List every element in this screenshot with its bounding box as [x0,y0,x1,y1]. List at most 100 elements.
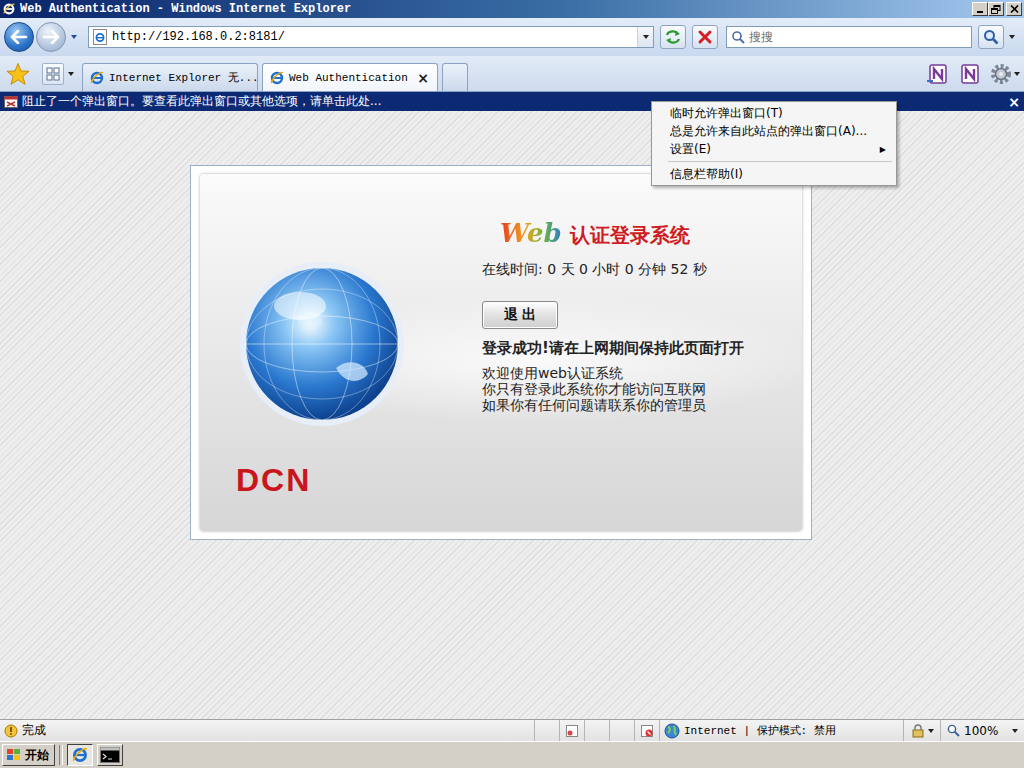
forward-button[interactable] [36,22,66,52]
status-empty-cell [534,720,559,741]
tab-close-button[interactable]: × [415,70,431,86]
minimize-icon [977,11,983,13]
address-field[interactable]: http://192.168.0.2:8181/ [88,26,654,48]
information-bar-close-button[interactable]: × [1008,94,1020,110]
stop-icon [697,29,713,45]
status-bar: 完成 Internet | 保护模式: 禁用 100% [0,719,1024,741]
status-empty-cell [609,720,634,741]
tools-button[interactable] [989,60,1020,88]
tab-label[interactable]: Web Authentication [289,72,411,84]
status-text: 完成 [22,722,46,739]
menu-item-label[interactable]: 设置(E) [670,141,880,157]
taskbar-separator [59,745,63,765]
logout-button[interactable]: 退 出 [482,301,558,329]
favorites-button[interactable] [4,60,32,88]
security-zone[interactable]: Internet | 保护模式: 禁用 [659,720,903,741]
restore-button[interactable] [988,2,1004,16]
menu-item[interactable]: 信息栏帮助(I) [654,165,894,183]
status-cell [559,720,584,741]
search-placeholder[interactable]: 搜搜 [749,29,773,46]
browser-tab[interactable]: Internet Explorer 无... [82,63,258,91]
internet-zone-globe-icon [664,723,680,739]
menu-item[interactable]: 临时允许弹出窗口(T) [654,104,894,122]
windows-logo-icon [6,748,22,762]
search-engine-icon [731,30,745,44]
dcn-logo: DCN [236,465,482,495]
browser-tab[interactable]: Web Authentication × [262,63,438,91]
ie-taskbar-button[interactable] [67,744,93,766]
stop-button[interactable] [692,25,718,49]
information-bar-menu: 临时允许弹出窗口(T)总是允许来自此站点的弹出窗口(A)...设置(E)▶信息栏… [651,101,897,186]
address-url[interactable]: http://192.168.0.2:8181/ [112,30,633,44]
security-report-icon [565,724,579,738]
online-time: 在线时间: 0 天 0 小时 0 分钟 52 秒 [482,261,707,277]
tab-label[interactable]: Internet Explorer 无... [109,70,251,85]
back-button[interactable] [4,22,34,52]
dropdown-arrow-icon [71,35,77,39]
login-info-column: Web认证登录系统在线时间: 0 天 0 小时 0 分钟 52 秒退 出登录成功… [482,174,802,531]
submenu-arrow-icon: ▶ [880,145,886,154]
refresh-button[interactable] [660,25,686,49]
minimize-button[interactable] [972,2,988,16]
search-options-button[interactable] [1006,26,1018,48]
menu-item-label[interactable]: 总是允许来自此站点的弹出窗口(A)... [670,123,886,139]
ie-page-icon [89,70,105,86]
close-button[interactable] [1006,2,1022,16]
system-title: 认证登录系统 [570,222,690,249]
privacy-button[interactable] [903,720,940,741]
tab-list-button[interactable] [64,63,78,85]
login-card: DCNWeb认证登录系统在线时间: 0 天 0 小时 0 分钟 52 秒退 出登… [190,165,812,540]
tab-bar: Internet Explorer 无... Web Authentication… [0,56,1024,92]
welcome-line: 欢迎使用web认证系统 [482,365,706,381]
menu-item-label[interactable]: 临时允许弹出窗口(T) [670,105,886,121]
status-text-cell: 完成 [0,720,534,741]
globe-icon [236,258,408,430]
login-panel: DCNWeb认证登录系统在线时间: 0 天 0 小时 0 分钟 52 秒退 出登… [200,174,802,531]
blocked-popup-icon [4,95,18,109]
browser-window: Web Authentication - Windows Internet Ex… [0,0,1024,768]
back-arrow-icon [10,30,28,44]
dropdown-arrow-icon [68,72,74,76]
status-empty-cell [584,720,609,741]
welcome-text: 欢迎使用web认证系统你只有登录此系统你才能访问互联网如果你有任何问题请联系你的… [482,365,706,413]
close-icon [1010,5,1019,13]
onenote-linked-button[interactable] [957,60,983,88]
zoom-button[interactable]: 100% [940,720,1024,741]
welcome-line: 如果你有任何问题请联系你的管理员 [482,397,706,413]
start-button[interactable]: 开始 [2,744,55,766]
menu-item[interactable]: 总是允许来自此站点的弹出窗口(A)... [654,122,894,140]
onenote-send-icon [926,62,950,86]
success-message: 登录成功!请在上网期间保持此页面打开 [482,339,744,357]
recent-pages-button[interactable] [68,26,80,48]
dropdown-arrow-icon [928,729,934,733]
start-label[interactable]: 开始 [25,747,49,764]
dropdown-arrow-icon [1009,35,1015,39]
ie-logo-icon [71,746,89,764]
menu-item-label[interactable]: 信息栏帮助(I) [670,166,886,182]
restore-icon [991,5,1001,14]
dropdown-arrow-icon [1014,72,1020,76]
new-tab-button[interactable] [442,63,468,91]
cmd-taskbar-button[interactable] [97,744,123,766]
refresh-icon [664,29,682,45]
zoom-level[interactable]: 100% [964,724,1008,738]
menu-item[interactable]: 设置(E)▶ [654,140,894,158]
ie-page-icon [269,70,285,86]
dropdown-arrow-icon [643,35,649,39]
quick-tabs-button[interactable] [42,63,64,85]
welcome-line: 你只有登录此系统你才能访问互联网 [482,381,706,397]
navigation-bar: http://192.168.0.2:8181/搜搜 [0,18,1024,56]
onenote-button[interactable] [925,60,951,88]
search-field[interactable]: 搜搜 [726,26,972,48]
magnifier-icon [983,29,999,45]
quick-tabs-icon [46,67,60,81]
page-status-icon [4,724,18,738]
illustration-column: DCN [200,174,482,531]
ie-logo-icon [2,2,16,16]
search-button[interactable] [978,25,1004,49]
security-zone-text[interactable]: Internet | 保护模式: 禁用 [684,723,836,738]
window-title: Web Authentication - Windows Internet Ex… [20,2,968,16]
taskbar: 开始 [0,741,1024,768]
status-cell [634,720,659,741]
address-dropdown-button[interactable] [637,27,653,47]
